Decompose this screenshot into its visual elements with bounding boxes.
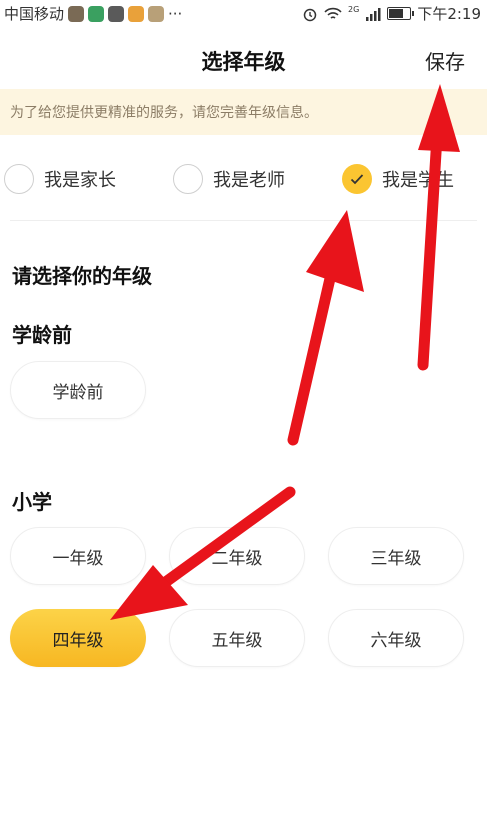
radio-unchecked-icon[interactable] — [173, 164, 203, 194]
battery-icon — [387, 7, 415, 20]
app-notification-icon — [68, 5, 85, 22]
app-notification-icon — [88, 5, 105, 22]
status-bar: 中国移动 ··· 2G 下午2:19 — [0, 0, 487, 26]
annotation-arrow — [287, 242, 343, 446]
role-option-student[interactable]: 我是学生 — [342, 164, 454, 194]
clock-label: 下午2:19 — [417, 5, 481, 23]
signal-icon — [366, 7, 381, 21]
role-option-teacher[interactable]: 我是老师 — [173, 164, 285, 194]
nav-bar: 选择年级 保存 — [0, 36, 487, 84]
info-banner-text: 为了给您提供更精准的服务，请您完善年级信息。 — [10, 105, 318, 121]
annotation-arrow-head — [306, 210, 364, 292]
grade-option-grade-4[interactable]: 四年级 — [10, 609, 146, 667]
role-label: 我是家长 — [44, 170, 116, 191]
info-banner: 为了给您提供更精准的服务，请您完善年级信息。 — [0, 89, 487, 135]
radio-unchecked-icon[interactable] — [4, 164, 34, 194]
role-option-parent[interactable]: 我是家长 — [4, 164, 116, 194]
grade-option-grade-1[interactable]: 一年级 — [10, 527, 146, 585]
grade-option-preschool[interactable]: 学龄前 — [10, 361, 146, 419]
grade-option-grade-2[interactable]: 二年级 — [169, 527, 305, 585]
divider — [10, 220, 477, 221]
save-button[interactable]: 保存 — [425, 46, 465, 75]
app-notification-icon — [128, 5, 145, 22]
more-notifications-icon: ··· — [168, 4, 183, 23]
alarm-icon — [303, 8, 317, 21]
radio-checked-icon[interactable] — [342, 164, 372, 194]
role-label: 我是老师 — [213, 170, 285, 191]
grade-option-grade-5[interactable]: 五年级 — [169, 609, 305, 667]
carrier-label: 中国移动 — [4, 5, 65, 23]
app-notification-icon — [108, 5, 125, 22]
grade-prompt: 请选择你的年级 — [12, 264, 152, 288]
wifi-icon — [324, 7, 342, 19]
role-label: 我是学生 — [382, 170, 454, 191]
grade-option-grade-3[interactable]: 三年级 — [328, 527, 464, 585]
grade-option-grade-6[interactable]: 六年级 — [328, 609, 464, 667]
app-notification-icon — [148, 5, 165, 22]
network-type-label: 2G — [348, 5, 360, 14]
primary-group-title: 小学 — [12, 490, 52, 514]
preschool-group-title: 学龄前 — [12, 323, 72, 347]
role-selector: 我是家长 我是老师 我是学生 — [0, 156, 487, 204]
page-title: 选择年级 — [201, 50, 286, 74]
